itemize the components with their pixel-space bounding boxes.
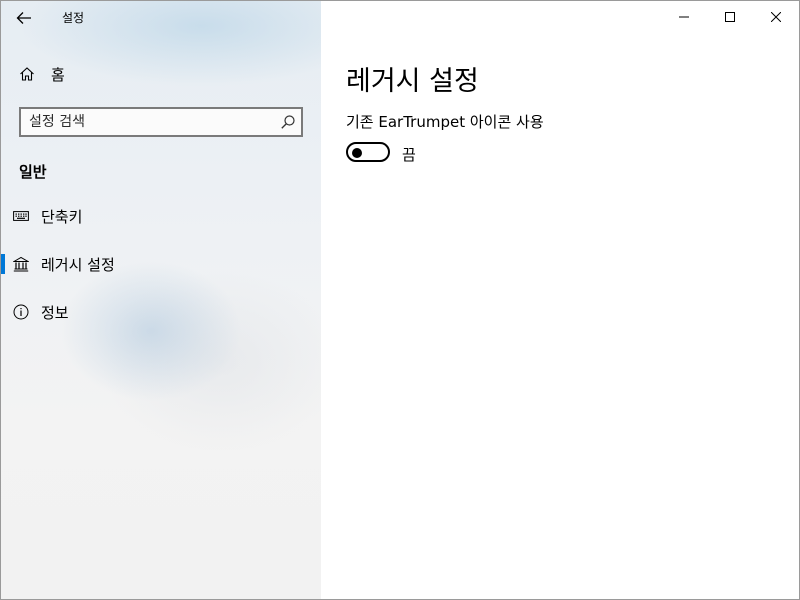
search-box: [19, 107, 303, 137]
settings-window: 설정 홈 일반: [0, 0, 800, 600]
sidebar-item-about[interactable]: 정보: [1, 292, 321, 332]
sidebar-item-label: 단축키: [41, 207, 83, 226]
legacy-icon-setting-label: 기존 EarTrumpet 아이콘 사용: [346, 113, 544, 131]
close-icon: [771, 12, 781, 22]
search-input[interactable]: [21, 109, 269, 135]
sidebar-item-home[interactable]: 홈: [11, 59, 311, 89]
back-button[interactable]: [11, 7, 37, 29]
minimize-button[interactable]: [661, 1, 707, 33]
sidebar: 설정 홈 일반: [1, 1, 321, 599]
close-button[interactable]: [753, 1, 799, 33]
sidebar-item-label: 정보: [41, 303, 69, 322]
toggle-state-label: 끔: [402, 146, 416, 164]
page-title: 레거시 설정: [346, 66, 479, 97]
keyboard-icon: [11, 206, 31, 226]
back-arrow-icon: [16, 12, 31, 24]
legacy-icon-toggle[interactable]: [346, 142, 390, 162]
content-pane: 레거시 설정 기존 EarTrumpet 아이콘 사용 끔: [321, 1, 799, 599]
section-title: 일반: [19, 163, 47, 181]
selection-indicator: [1, 254, 5, 274]
caption-buttons: [661, 1, 799, 33]
minimize-icon: [679, 16, 689, 18]
search-icon[interactable]: [280, 114, 296, 130]
bank-icon: [11, 254, 31, 274]
sidebar-item-label: 홈: [51, 65, 65, 84]
sidebar-item-label: 레거시 설정: [41, 255, 115, 274]
info-icon: [11, 302, 31, 322]
app-title: 설정: [62, 11, 85, 25]
home-icon: [17, 64, 37, 84]
maximize-button[interactable]: [707, 1, 753, 33]
maximize-icon: [725, 12, 735, 22]
toggle-knob: [352, 148, 362, 158]
sidebar-item-legacy-settings[interactable]: 레거시 설정: [1, 244, 321, 284]
sidebar-item-shortcuts[interactable]: 단축키: [1, 196, 321, 236]
